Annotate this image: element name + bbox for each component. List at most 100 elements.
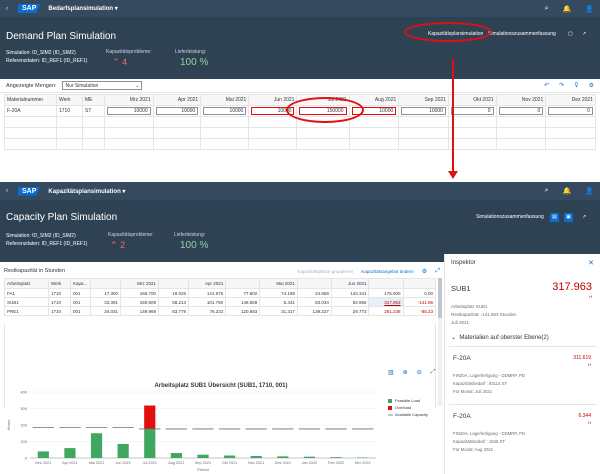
share-icon[interactable]: ↗ bbox=[582, 214, 586, 220]
search-icon[interactable]: ⌕ bbox=[545, 187, 549, 195]
sap-logo[interactable]: SAP bbox=[18, 4, 41, 13]
table-row[interactable]: FA1 1710 001 17.300 166.700 18.025 141.9… bbox=[4, 288, 437, 298]
col-header[interactable]: Sep 2021 bbox=[398, 94, 449, 106]
layout-button-2[interactable]: ▣ bbox=[564, 213, 573, 222]
value-cell[interactable]: 83.034 bbox=[296, 297, 332, 307]
settings-icon[interactable]: ⚙ bbox=[422, 268, 427, 275]
panel-icon[interactable]: ▢ bbox=[568, 31, 573, 37]
value-cell[interactable]: 101.790 bbox=[187, 297, 227, 307]
group-workcenters-link[interactable]: Kapazitätsplätze gruppieren bbox=[297, 269, 353, 274]
value-cell[interactable]: 146.559 bbox=[225, 297, 261, 307]
quantity-input[interactable]: 10000 bbox=[107, 107, 151, 115]
col-header[interactable]: Okt 2021 bbox=[447, 94, 497, 106]
col-header[interactable]: Mai 2021 bbox=[259, 278, 298, 289]
material-card[interactable]: F-20A 6.344 H FIN20A, Lagerfertigung - D… bbox=[449, 404, 597, 464]
notification-icon[interactable]: 🔔 bbox=[563, 5, 572, 13]
value-cell[interactable]: 5.441 bbox=[259, 297, 298, 307]
value-cell[interactable]: 141.975 bbox=[187, 288, 227, 298]
user-icon[interactable]: 👤 bbox=[585, 5, 594, 13]
value-cell[interactable]: 77.602 bbox=[225, 288, 261, 298]
materials-section-header[interactable]: ⌄ Materialien auf oberster Ebene(2) bbox=[451, 334, 549, 341]
zoom-in-icon[interactable]: ⊕ bbox=[403, 369, 408, 376]
app-title-menu[interactable]: Bedarfsplansimulation ▾ bbox=[48, 5, 117, 12]
material-card[interactable]: F-20A 311.619 H FIN20A, Lagerfertigung -… bbox=[449, 346, 597, 406]
back-icon[interactable]: ‹ bbox=[6, 6, 8, 12]
value-cell[interactable]: 176.000 bbox=[368, 288, 404, 298]
sap-logo[interactable]: SAP bbox=[18, 186, 41, 196]
selected-value-cell[interactable]: 317.963 bbox=[368, 297, 404, 307]
value-cell[interactable]: 150.609 bbox=[120, 297, 159, 307]
col-header[interactable]: Apr 2021 bbox=[187, 278, 227, 289]
value-cell[interactable]: 24.659 bbox=[296, 288, 332, 298]
col-header[interactable]: Dez 2021 bbox=[545, 94, 596, 106]
quantity-input[interactable]: 0 bbox=[498, 107, 544, 115]
settings-icon[interactable]: ⚙ bbox=[589, 82, 594, 89]
value-cell[interactable]: 0.00 bbox=[402, 288, 437, 298]
col-header[interactable]: Mrz 2021 bbox=[120, 278, 159, 289]
quantity-input[interactable]: 0 bbox=[450, 107, 494, 115]
close-icon[interactable]: ✕ bbox=[588, 259, 594, 267]
scrollbar-thumb[interactable] bbox=[438, 278, 442, 318]
quantities-select[interactable]: Nur Simulation ⌄ bbox=[62, 81, 143, 90]
col-header[interactable]: Arbeitsplatz bbox=[4, 278, 49, 289]
undo-icon[interactable]: ↶ bbox=[544, 82, 549, 89]
redo-icon[interactable]: ↷ bbox=[559, 82, 564, 89]
value-cell[interactable]: 139.227 bbox=[296, 306, 332, 316]
value-cell[interactable]: 166.700 bbox=[120, 288, 159, 298]
change-capacity-link[interactable]: Kapazitätsangebot ändern bbox=[361, 269, 414, 274]
bar-feasible-load bbox=[303, 456, 316, 458]
filter-icon[interactable]: ⊽ bbox=[574, 82, 578, 89]
col-header[interactable]: Materialnummer bbox=[4, 94, 57, 106]
notification-icon[interactable]: 🔔 bbox=[563, 187, 572, 195]
fullscreen-icon[interactable]: ⤢ bbox=[435, 268, 440, 275]
col-header[interactable]: Werk bbox=[56, 94, 83, 106]
back-icon[interactable]: ‹ bbox=[6, 188, 8, 194]
user-icon[interactable]: 👤 bbox=[585, 187, 594, 195]
col-header[interactable]: Mai 2021 bbox=[200, 94, 250, 106]
col-header[interactable]: Apr 2021 bbox=[152, 94, 202, 106]
value-cell[interactable]: 18.025 bbox=[158, 288, 189, 298]
col-header[interactable]: Kapa... bbox=[70, 278, 91, 289]
zoom-out-icon[interactable]: ⊖ bbox=[417, 369, 422, 376]
quantity-input[interactable]: 10000 bbox=[401, 107, 446, 115]
quantity-input[interactable]: 0 bbox=[548, 107, 593, 115]
table-row[interactable]: SUB1 1710 001 33.391 150.609 58.213 101.… bbox=[4, 297, 437, 307]
value-cell[interactable]: 149.969 bbox=[120, 306, 159, 316]
value-cell[interactable]: 31.317 bbox=[259, 306, 298, 316]
col-header[interactable]: Mrz 2021 bbox=[104, 94, 154, 106]
table-row[interactable]: PRE1 1710 001 34.031 149.969 83.779 76.2… bbox=[4, 306, 437, 316]
col-header[interactable]: Jun 2021 bbox=[330, 278, 370, 289]
quantity-input[interactable]: 10000 bbox=[155, 107, 199, 115]
layout-button-1[interactable]: ▤ bbox=[550, 213, 559, 222]
value-cell[interactable]: 29.773 bbox=[330, 306, 370, 316]
value-cell[interactable]: 33.391 bbox=[90, 297, 121, 307]
app-title-menu[interactable]: Kapazitätsplansimulation ▾ bbox=[48, 188, 125, 195]
value-cell[interactable]: 84.966 bbox=[330, 297, 370, 307]
value-cell[interactable]: 261.238 bbox=[368, 306, 404, 316]
col-header[interactable]: Nov 2021 bbox=[495, 94, 547, 106]
material-name: F-20A bbox=[453, 355, 471, 362]
value-cell[interactable]: 17.300 bbox=[90, 288, 121, 298]
value-cell[interactable]: 143.341 bbox=[330, 288, 370, 298]
search-icon[interactable]: ⌕ bbox=[545, 5, 549, 13]
value-cell[interactable]: 34.031 bbox=[90, 306, 121, 316]
value-cell[interactable]: -141.96 bbox=[402, 297, 437, 307]
value-cell[interactable]: -85.23 bbox=[402, 306, 437, 316]
kpi-problems-value[interactable]: ⌃ 2 bbox=[110, 240, 125, 251]
value-cell[interactable]: 76.222 bbox=[187, 306, 227, 316]
x-tick-label: Apr 2021 bbox=[62, 461, 77, 465]
vertical-scrollbar[interactable] bbox=[438, 278, 442, 406]
simulation-summary-link[interactable]: Simulationszusammenfassung bbox=[488, 31, 556, 37]
value-cell[interactable]: 120.683 bbox=[225, 306, 261, 316]
value-cell[interactable]: 83.779 bbox=[158, 306, 189, 316]
chart-type-icon[interactable]: ▥ bbox=[388, 369, 394, 376]
kpi-problems-value[interactable]: ⌃ 4 bbox=[112, 57, 127, 68]
quantity-input[interactable]: 10000 bbox=[203, 107, 247, 115]
share-icon[interactable]: ↗ bbox=[582, 31, 586, 37]
simulation-summary-link[interactable]: Simulationszusammenfassung bbox=[476, 214, 544, 220]
value-cell[interactable]: 74.198 bbox=[259, 288, 298, 298]
col-header[interactable]: ME bbox=[82, 94, 105, 106]
fullscreen-icon[interactable]: ⤢ bbox=[431, 369, 436, 376]
col-header[interactable]: Werk bbox=[48, 278, 71, 289]
value-cell[interactable]: 58.213 bbox=[158, 297, 189, 307]
